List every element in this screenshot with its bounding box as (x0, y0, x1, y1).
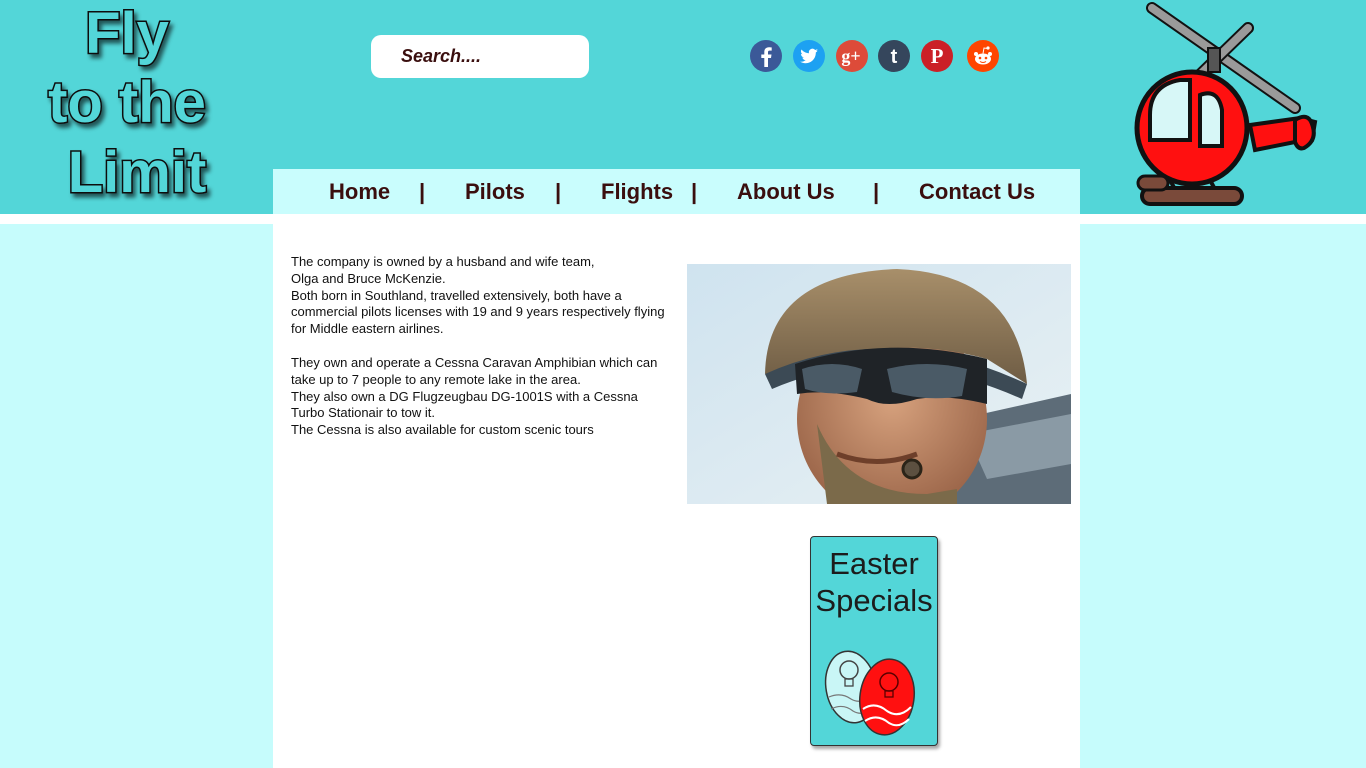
nav-pilots[interactable]: Pilots (465, 169, 525, 214)
header-divider (0, 214, 1366, 224)
svg-text:t: t (891, 46, 898, 68)
site-logo[interactable]: Fly to the Limit (30, 0, 230, 210)
reddit-icon[interactable] (966, 39, 1000, 73)
nav-about-us[interactable]: About Us (737, 169, 835, 214)
nav-home[interactable]: Home (329, 169, 390, 214)
nav-contact-us[interactable]: Contact Us (919, 169, 1035, 214)
search-input[interactable] (371, 35, 589, 78)
main-content: The company is owned by a husband and wi… (273, 224, 1080, 768)
logo-line-limit: Limit (68, 140, 207, 205)
google-plus-icon[interactable]: g+ (835, 39, 869, 73)
nav-separator: | (691, 179, 698, 204)
pilot-photo (687, 264, 1071, 504)
tumblr-icon[interactable]: t (877, 39, 911, 73)
easter-eggs-icon (824, 650, 916, 736)
pinterest-icon[interactable]: P (920, 39, 954, 73)
easter-specials-title: Easter Specials (815, 546, 933, 618)
main-nav: Home | Pilots | Flights | About Us | Con… (273, 169, 1080, 214)
nav-separator: | (555, 179, 562, 204)
about-paragraph-owners: The company is owned by a husband and wi… (291, 254, 665, 337)
nav-flights[interactable]: Flights (601, 169, 673, 214)
facebook-icon[interactable] (749, 39, 783, 73)
logo-line-to-the: to the (48, 70, 206, 135)
helicopter-logo (1130, 0, 1330, 214)
nav-separator: | (873, 179, 880, 204)
about-paragraph-fleet: They own and operate a Cessna Caravan Am… (291, 355, 658, 438)
logo-line-fly: Fly (85, 1, 169, 66)
svg-text:g+: g+ (841, 46, 860, 66)
easter-specials-banner[interactable]: Easter Specials (810, 536, 938, 746)
nav-separator: | (419, 179, 426, 204)
svg-text:P: P (931, 44, 944, 68)
twitter-icon[interactable] (792, 39, 826, 73)
